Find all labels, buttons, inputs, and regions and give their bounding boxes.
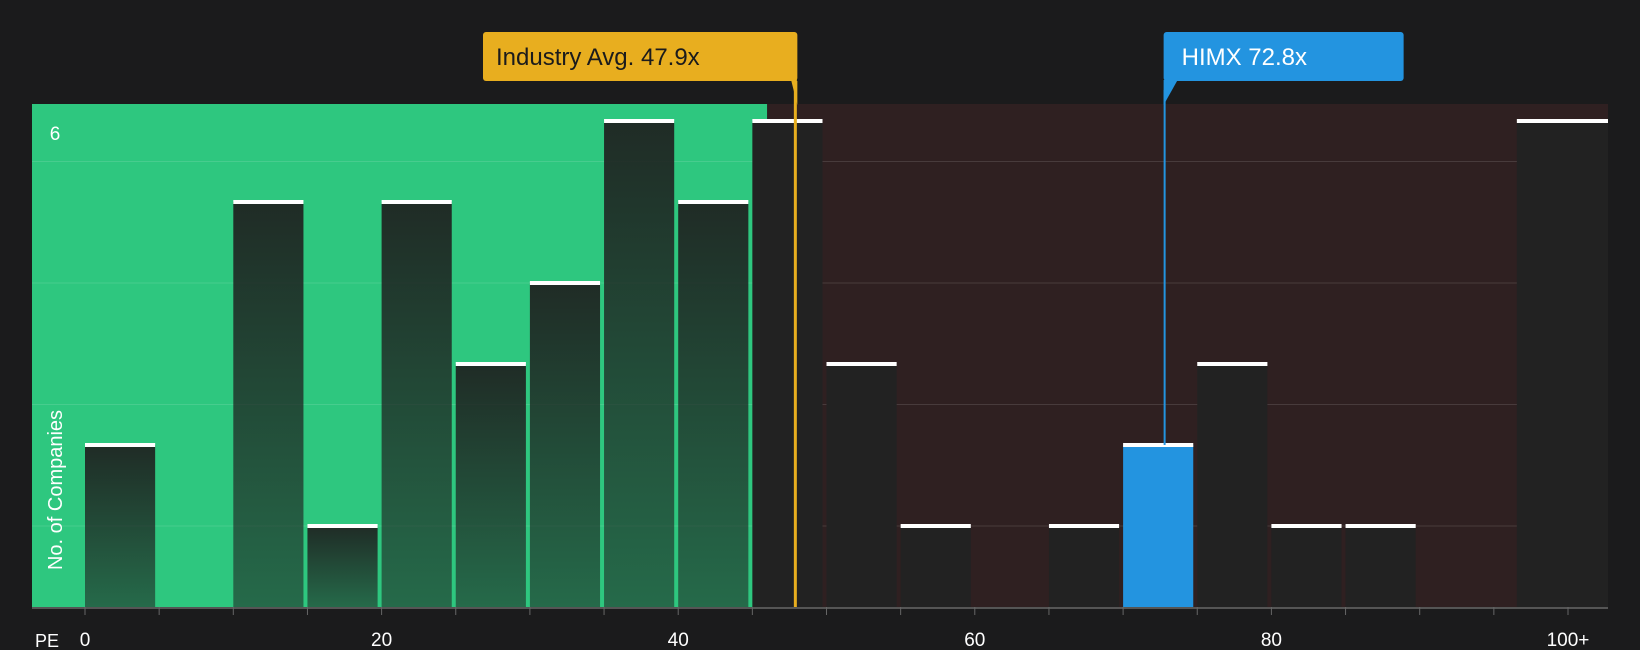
bar-cap — [1271, 524, 1342, 528]
bar — [604, 121, 675, 607]
bar-cap — [1123, 443, 1194, 447]
bar-cap — [529, 281, 601, 285]
pe-distribution-chart: 0 20 40 60 80 100+ 6 No. of Companies PE Indus… — [0, 0, 1640, 650]
bar — [1271, 526, 1342, 607]
x-axis-label: PE — [35, 631, 59, 650]
y-axis-label: No. of Companies — [45, 410, 67, 570]
bar-cap — [900, 524, 971, 528]
bar — [1516, 121, 1608, 607]
bar-cap — [752, 119, 823, 123]
bar — [85, 445, 156, 607]
bar — [307, 526, 378, 607]
bar-cap — [1048, 524, 1120, 528]
bar-cap — [1345, 524, 1416, 528]
bar — [1048, 526, 1120, 607]
bar-cap — [604, 119, 675, 123]
x-tick-label: 20 — [371, 630, 392, 650]
bar-cap — [678, 200, 749, 204]
bar-cap — [826, 362, 897, 366]
bar-cap — [85, 443, 156, 447]
highlighted-bar — [1123, 445, 1194, 607]
x-tick-label: 80 — [1261, 630, 1282, 650]
bar-cap — [455, 362, 526, 366]
bar — [678, 202, 749, 607]
bar — [752, 121, 823, 607]
bar-cap — [381, 200, 452, 204]
bar-cap — [1516, 119, 1608, 123]
bar — [1345, 526, 1416, 607]
bar — [455, 364, 526, 607]
x-tick-label: 0 — [80, 630, 91, 650]
x-tick-label: 100+ — [1547, 630, 1590, 650]
bar — [1197, 364, 1268, 607]
x-tick-label: 40 — [668, 630, 689, 650]
y-tick-label: 6 — [50, 124, 61, 145]
industry-avg-label: Industry Avg. 47.9x — [496, 44, 700, 71]
bar-cap — [307, 524, 378, 528]
bar — [529, 283, 601, 607]
bar-cap — [1197, 362, 1268, 366]
bar — [233, 202, 304, 607]
x-tick-label: 60 — [964, 630, 985, 650]
himx-label: HIMX 72.8x — [1182, 44, 1307, 71]
bar — [381, 202, 452, 607]
bar — [826, 364, 897, 607]
bar-cap — [233, 200, 304, 204]
bar — [900, 526, 971, 607]
